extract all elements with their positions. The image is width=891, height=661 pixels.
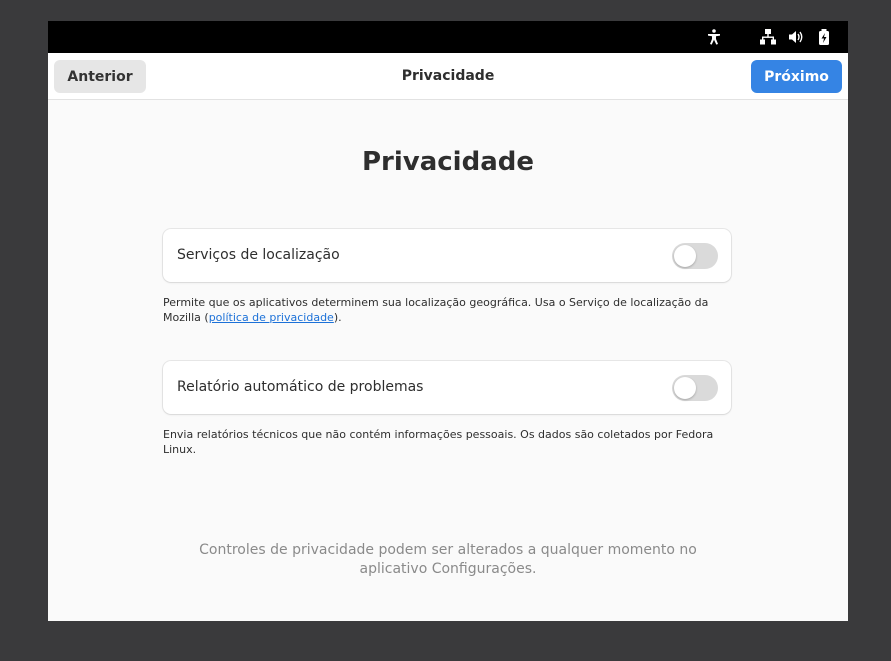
location-services-switch[interactable]	[672, 243, 718, 269]
top-bar	[48, 21, 848, 53]
switch-knob	[674, 377, 696, 399]
header-title: Privacidade	[401, 68, 495, 84]
volume-icon[interactable]	[787, 28, 805, 46]
next-button[interactable]: Próximo	[751, 60, 842, 93]
setup-window: Anterior Privacidade Próximo Privacidade…	[48, 21, 848, 621]
footer-note: Controles de privacidade podem ser alter…	[199, 542, 697, 577]
problem-reporting-row[interactable]: Relatório automático de problemas	[163, 361, 731, 414]
location-services-row[interactable]: Serviços de localização	[163, 229, 731, 282]
problem-reporting-description: Envia relatórios técnicos que não contém…	[163, 428, 714, 456]
battery-icon[interactable]	[815, 28, 833, 46]
network-wired-icon[interactable]	[759, 28, 777, 46]
location-services-label: Serviços de localização	[177, 247, 340, 263]
privacy-policy-link[interactable]: política de privacidade	[209, 311, 334, 324]
location-services-description: Permite que os aplicativos determinem su…	[163, 295, 738, 325]
problem-reporting-label: Relatório automático de problemas	[177, 379, 424, 395]
problem-reporting-switch[interactable]	[672, 375, 718, 401]
location-description-end: ).	[333, 311, 342, 324]
accessibility-icon[interactable]	[705, 28, 723, 46]
header-bar: Anterior Privacidade Próximo	[48, 53, 848, 100]
page-title: Privacidade	[361, 147, 534, 177]
switch-knob	[674, 245, 696, 267]
